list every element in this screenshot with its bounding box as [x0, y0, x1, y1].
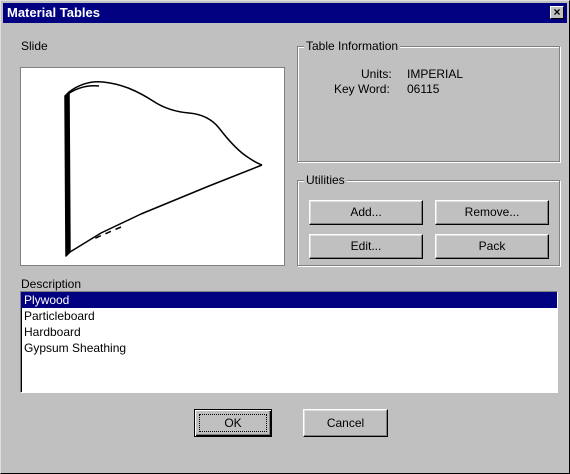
edit-button[interactable]: Edit...: [309, 234, 423, 259]
focus-indicator: [199, 414, 267, 432]
description-listbox[interactable]: Plywood Particleboard Hardboard Gypsum S…: [20, 291, 558, 393]
slide-preview: [20, 67, 285, 266]
close-icon: ×: [553, 5, 561, 19]
keyword-value: 06115: [407, 82, 440, 96]
list-item[interactable]: Particleboard: [21, 308, 557, 324]
remove-button[interactable]: Remove...: [435, 200, 549, 225]
remove-button-label: Remove...: [464, 205, 520, 219]
list-item[interactable]: Hardboard: [21, 324, 557, 340]
description-label: Description: [21, 277, 82, 291]
slide-label: Slide: [21, 39, 48, 53]
units-value: IMPERIAL: [407, 67, 464, 81]
cancel-button[interactable]: Cancel: [303, 409, 388, 437]
table-information-legend: Table Information: [304, 39, 401, 53]
list-item[interactable]: Plywood: [21, 292, 557, 308]
utilities-legend: Utilities: [304, 173, 347, 187]
slide-drawing: [64, 81, 263, 257]
cancel-button-label: Cancel: [326, 416, 365, 430]
keyword-label: Key Word:: [334, 82, 390, 96]
material-tables-dialog: Material Tables × Slide Table Informatio…: [0, 0, 570, 474]
add-button-label: Add...: [350, 205, 382, 219]
list-item[interactable]: Gypsum Sheathing: [21, 340, 557, 356]
pack-button[interactable]: Pack: [435, 234, 549, 259]
title-bar[interactable]: Material Tables ×: [3, 3, 567, 23]
units-label: Units:: [361, 67, 392, 81]
pack-button-label: Pack: [478, 239, 506, 253]
ok-button[interactable]: OK: [194, 409, 272, 437]
window-title: Material Tables: [7, 5, 100, 20]
table-information-group: Table Information Units: IMPERIAL Key Wo…: [297, 39, 560, 162]
add-button[interactable]: Add...: [309, 200, 423, 225]
close-button[interactable]: ×: [550, 6, 564, 19]
edit-button-label: Edit...: [350, 239, 382, 253]
